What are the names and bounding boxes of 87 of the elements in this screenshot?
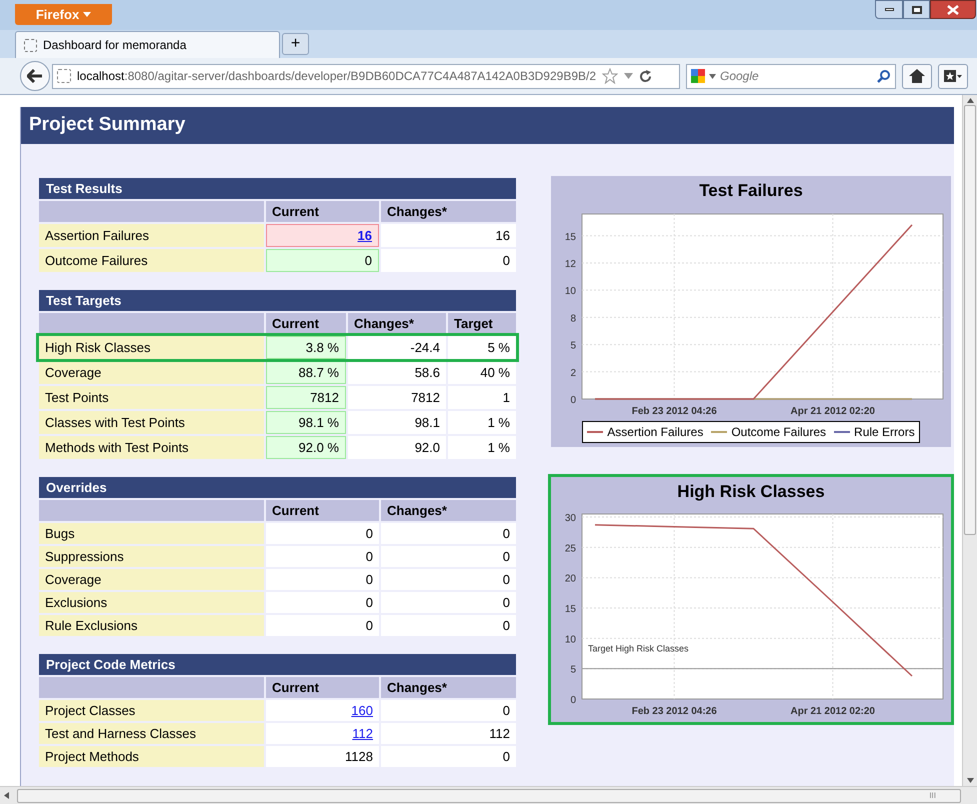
table-cell: 0 [266,523,379,544]
column-header: Changes* [381,677,516,698]
axis-label: 5 [570,340,576,352]
axis-label: Apr 21 2012 02:20 [790,406,875,416]
row-label: Assertion Failures [39,224,264,247]
column-header: Changes* [381,500,516,521]
legend-label: Outcome Failures [731,424,826,440]
table-cell: -24.4 [348,336,446,359]
legend-label: Assertion Failures [607,424,704,440]
axis-label: 10 [564,634,576,646]
chart-title: High Risk Classes [677,480,825,503]
url-text: localhost:8080/agitar-server/dashboards/developer/B9DB60DCA77C4A487A142A0B3D929B9B/2 [77,68,596,85]
grip-text: III [929,792,936,800]
axis-label: 10 [564,286,576,297]
table-cell: 0 [381,615,516,636]
axis-label: 15 [564,231,576,242]
table-cell: 5 % [448,336,516,359]
axis-label: 30 [564,513,576,524]
table-cell: 0 [266,546,379,567]
table-title: Test Targets [39,290,516,311]
table-cell: 0 [266,569,379,590]
table-cell: 92.0 [348,436,446,459]
table-cell: 1 % [448,436,516,459]
row-label: Classes with Test Points [39,411,264,434]
table-cell: 112 [381,723,516,744]
axis-label: 0 [570,695,576,706]
column-header: Target [448,313,516,334]
table-cell: 0 [381,249,516,272]
target-label: Target High Risk Classes [588,644,689,654]
table-title: Test Results [39,178,516,199]
row-label: Rule Exclusions [39,615,264,636]
row-label: Coverage [39,361,264,384]
table-cell: 0 [381,569,516,590]
table-cell: 1 % [448,411,516,434]
row-label: Bugs [39,523,264,544]
column-header: Current [266,677,379,698]
table-title: Project Code Metrics [39,654,516,675]
chart-title: Test Failures [699,180,803,202]
row-label: Project Methods [39,746,264,767]
row-label: High Risk Classes [39,336,264,359]
table-cell: 98.1 % [266,411,346,434]
axis-label: Feb 23 2012 04:26 [632,406,717,416]
row-label: Coverage [39,569,264,590]
table-cell: 0 [266,592,379,613]
axis-label: Apr 21 2012 02:20 [790,706,875,717]
column-header: Changes* [348,313,446,334]
row-label: Methods with Test Points [39,436,264,459]
table-cell: 0 [381,700,516,721]
axis-label: 0 [570,394,576,406]
axis-label: 2 [570,367,576,378]
row-label: Project Classes [39,700,264,721]
row-label: Exclusions [39,592,264,613]
table-cell: 7812 [266,386,346,409]
table-cell: 1128 [266,746,379,767]
table-cell: 58.6 [348,361,446,384]
axis-label: 5 [570,664,576,676]
row-label: Suppressions [39,546,264,567]
axis-label: 8 [570,312,576,324]
axis-label: 15 [564,604,576,616]
table-title: Overrides [39,477,516,498]
table-cell: 0 [381,592,516,613]
axis-label: Feb 23 2012 04:26 [632,706,717,717]
table-cell: 0 [266,615,379,636]
row-label: Outcome Failures [39,249,264,272]
table-cell: 1 [448,386,516,409]
table-cell: 16 [381,224,516,247]
table-cell: 3.8 % [266,336,346,359]
table-cell: 92.0 % [266,436,346,459]
table-cell: 0 [381,523,516,544]
column-header: Current [266,500,379,521]
table-cell: 0 [266,249,379,272]
table-cell: 0 [381,546,516,567]
column-header: Current [266,201,379,222]
axis-label: 12 [564,258,576,270]
page-title: Project Summary [21,107,954,144]
axis-label: 25 [564,543,576,554]
column-header: Changes* [381,201,516,222]
axis-label: 20 [564,574,576,585]
column-header: Current [266,313,346,334]
row-label: Test and Harness Classes [39,723,264,744]
row-label: Test Points [39,386,264,409]
table-cell: 40 % [448,361,516,384]
table-cell: 0 [381,746,516,767]
table-cell: 88.7 % [266,361,346,384]
table-cell: 7812 [348,386,446,409]
legend-label: Rule Errors [854,424,915,440]
table-cell: 98.1 [348,411,446,434]
